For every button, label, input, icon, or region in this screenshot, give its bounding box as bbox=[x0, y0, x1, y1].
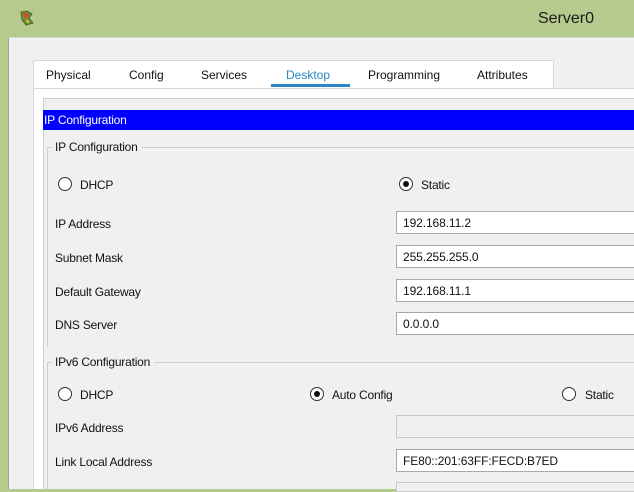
dns-server-field[interactable]: 0.0.0.0 bbox=[396, 312, 634, 335]
subnet-mask-field[interactable]: 255.255.255.0 bbox=[396, 245, 634, 268]
ipv6-dhcp-radio[interactable] bbox=[58, 387, 72, 401]
ip-config-header: IP Configuration bbox=[43, 110, 634, 130]
active-tab-indicator bbox=[271, 84, 350, 87]
ipv6-static-label: Static bbox=[585, 388, 614, 402]
subnet-mask-label: Subnet Mask bbox=[55, 251, 123, 265]
link-local-address-label: Link Local Address bbox=[55, 455, 153, 469]
title-bar: Server0 bbox=[0, 0, 634, 37]
default-gateway-label: Default Gateway bbox=[55, 285, 141, 299]
ipv4-static-radio[interactable] bbox=[399, 177, 413, 191]
ipv6-auto-config-label: Auto Config bbox=[332, 388, 393, 402]
tab-programming[interactable]: Programming bbox=[368, 68, 440, 82]
tab-services[interactable]: Services bbox=[201, 68, 247, 82]
ip-address-field[interactable]: 192.168.11.2 bbox=[396, 211, 634, 234]
ipv6-address-field[interactable] bbox=[396, 415, 634, 438]
ipv4-static-label: Static bbox=[421, 178, 450, 192]
tab-desktop[interactable]: Desktop bbox=[286, 68, 330, 82]
tab-physical[interactable]: Physical bbox=[46, 68, 91, 82]
window-title: Server0 bbox=[537, 10, 594, 27]
ipv6-auto-config-radio[interactable] bbox=[310, 387, 324, 401]
ipv4-dhcp-label: DHCP bbox=[80, 178, 114, 192]
default-gateway-field[interactable]: 192.168.11.1 bbox=[396, 279, 634, 302]
ipv6-legend: IPv6 Configuration bbox=[52, 355, 155, 369]
ipv4-legend: IP Configuration bbox=[52, 140, 142, 154]
ipv6-dhcp-label: DHCP bbox=[80, 388, 114, 402]
ipv4-dhcp-radio[interactable] bbox=[58, 177, 72, 191]
tab-attributes[interactable]: Attributes bbox=[477, 68, 528, 82]
next-field-partial[interactable] bbox=[396, 482, 634, 492]
tab-config[interactable]: Config bbox=[129, 68, 164, 82]
ipv6-address-label: IPv6 Address bbox=[55, 421, 124, 435]
packet-tracer-icon bbox=[20, 10, 34, 26]
link-local-address-field[interactable]: FE80::201:63FF:FECD:B7ED bbox=[396, 449, 634, 472]
ipv6-static-radio[interactable] bbox=[562, 387, 576, 401]
dns-server-label: DNS Server bbox=[55, 318, 118, 332]
ip-config-header-title: IP Configuration bbox=[44, 113, 127, 127]
ip-address-label: IP Address bbox=[55, 217, 111, 231]
